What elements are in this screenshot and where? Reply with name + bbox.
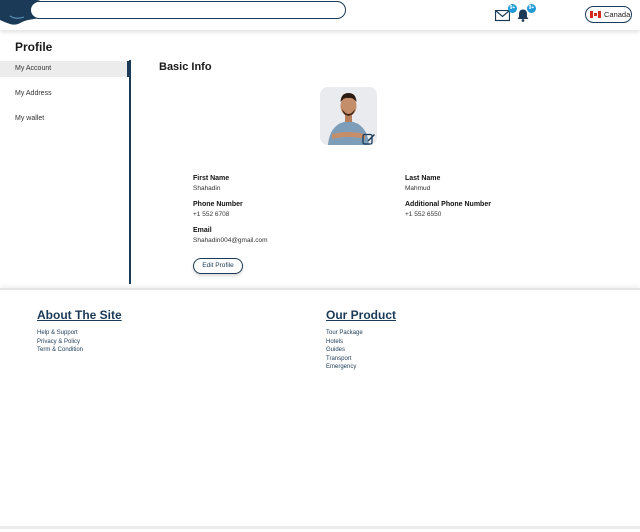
top-header: 9+ 9+ Canada <box>0 0 640 30</box>
phone-field: Phone Number +1 552 6708 <box>193 201 243 218</box>
last-name-value: Mahmud <box>405 185 431 192</box>
canada-flag-icon <box>590 11 601 18</box>
sidebar: My Account My Address My wallet <box>0 60 131 284</box>
country-label: Canada <box>604 10 631 19</box>
footer-link-transport[interactable]: Transport <box>326 355 396 364</box>
page-title: Profile <box>15 40 53 54</box>
last-name-label: Last Name <box>405 175 441 182</box>
footer-link-terms[interactable]: Term & Condition <box>37 346 122 355</box>
section-title: Basic Info <box>159 61 212 73</box>
edit-photo-icon[interactable] <box>362 132 376 145</box>
phone-label: Phone Number <box>193 201 243 208</box>
last-name-field: Last Name Mahmud <box>405 175 440 192</box>
first-name-value: Shahadin <box>193 185 221 192</box>
footer-link-guides[interactable]: Guides <box>326 346 396 355</box>
first-name-label: First Name <box>193 175 230 182</box>
additional-phone-field: Additional Phone Number +1 552 6550 <box>405 201 491 218</box>
footer-product-title: Our Product <box>326 308 397 322</box>
footer-link-hotels[interactable]: Hotels <box>326 338 396 347</box>
footer-link-help-support[interactable]: Help & Support <box>37 329 122 338</box>
email-label: Email <box>193 227 212 234</box>
footer-about-column: About The Site Help & Support Privacy & … <box>37 308 122 355</box>
messages-button[interactable]: 9+ <box>495 4 517 23</box>
additional-phone-value: +1 552 6550 <box>405 211 442 218</box>
sidebar-item-my-address[interactable]: My Address <box>0 86 129 102</box>
messages-count-badge: 9+ <box>508 4 517 13</box>
footer-link-tour-package[interactable]: Tour Package <box>326 329 396 338</box>
notifications-button[interactable]: 9+ <box>517 4 536 23</box>
email-value: Shahadin004@gmail.com <box>193 237 268 244</box>
edit-profile-button[interactable]: Edit Profile <box>193 258 243 274</box>
bottom-divider <box>0 526 640 529</box>
footer-about-title: About The Site <box>37 308 122 322</box>
phone-value: +1 552 6708 <box>193 211 230 218</box>
footer: About The Site Help & Support Privacy & … <box>0 288 640 528</box>
sidebar-item-my-wallet[interactable]: My wallet <box>0 111 129 127</box>
sidebar-item-my-account[interactable]: My Account <box>0 61 129 77</box>
footer-product-column: Our Product Tour Package Hotels Guides T… <box>326 308 396 372</box>
envelope-icon <box>495 10 510 22</box>
first-name-field: First Name Shahadin <box>193 175 229 192</box>
footer-link-emergency[interactable]: Emergency <box>326 363 396 372</box>
search-input[interactable] <box>30 1 346 19</box>
email-field: Email Shahadin004@gmail.com <box>193 227 268 244</box>
country-selector[interactable]: Canada <box>585 6 632 23</box>
notifications-count-badge: 9+ <box>527 4 536 13</box>
additional-phone-label: Additional Phone Number <box>405 201 491 208</box>
footer-link-privacy-policy[interactable]: Privacy & Policy <box>37 338 122 347</box>
